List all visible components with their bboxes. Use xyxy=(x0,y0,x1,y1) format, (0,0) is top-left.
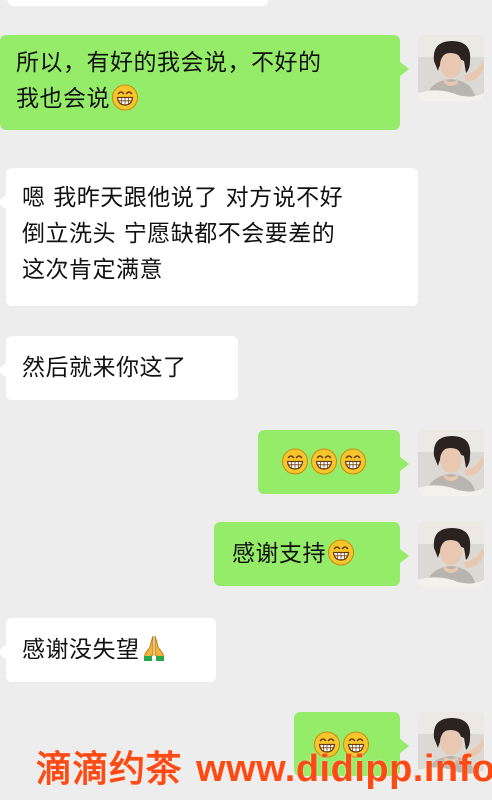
message-bubble-received[interactable]: 感谢没失望 xyxy=(0,618,216,682)
message-text: 所以，有好的我会说，不好的 xyxy=(16,50,322,76)
message-text: 倒立洗头 宁愿缺都不会要差的 xyxy=(22,221,336,247)
message-bubble-sent[interactable]: 所以，有好的我会说，不好的 我也会说 xyxy=(0,35,409,130)
avatar-self[interactable] xyxy=(418,35,484,101)
grinning-face-emoji-icon xyxy=(310,448,338,475)
message-bubble-partial[interactable] xyxy=(0,0,268,6)
watermark-cn-text: 滴滴约茶 xyxy=(36,749,183,790)
avatar-self[interactable] xyxy=(418,522,484,588)
folded-hands-emoji-icon xyxy=(143,635,164,662)
message-text: 感谢没失望 xyxy=(22,637,140,663)
message-text: 这次肯定满意 xyxy=(22,257,163,283)
message-bubble-sent[interactable]: 感谢支持 xyxy=(214,522,409,586)
message-text: 然后就来你这了 xyxy=(22,355,187,381)
message-text: 感谢支持 xyxy=(232,541,326,567)
grinning-face-emoji-icon xyxy=(111,84,139,111)
grinning-face-emoji-icon xyxy=(327,539,355,566)
avatar-self[interactable] xyxy=(418,430,484,496)
grinning-face-emoji-icon xyxy=(339,448,367,475)
message-text: 嗯 我昨天跟他说了 对方说不好 xyxy=(22,185,344,211)
message-text: 我也会说 xyxy=(16,86,110,112)
message-bubble-received[interactable]: 嗯 我昨天跟他说了 对方说不好 倒立洗头 宁愿缺都不会要差的 这次肯定满意 xyxy=(0,168,418,306)
watermark-url-text: www.didipp.info xyxy=(196,748,492,790)
chat-window: 所以，有好的我会说，不好的 我也会说 嗯 我昨天跟他说了 对方说不好 倒立洗头 … xyxy=(0,0,492,800)
message-bubble-sent[interactable] xyxy=(258,430,409,494)
message-bubble-received[interactable]: 然后就来你这了 xyxy=(0,336,238,400)
watermark: 滴滴约茶 www.didipp.info xyxy=(36,740,492,792)
grinning-face-emoji-icon xyxy=(281,448,309,475)
